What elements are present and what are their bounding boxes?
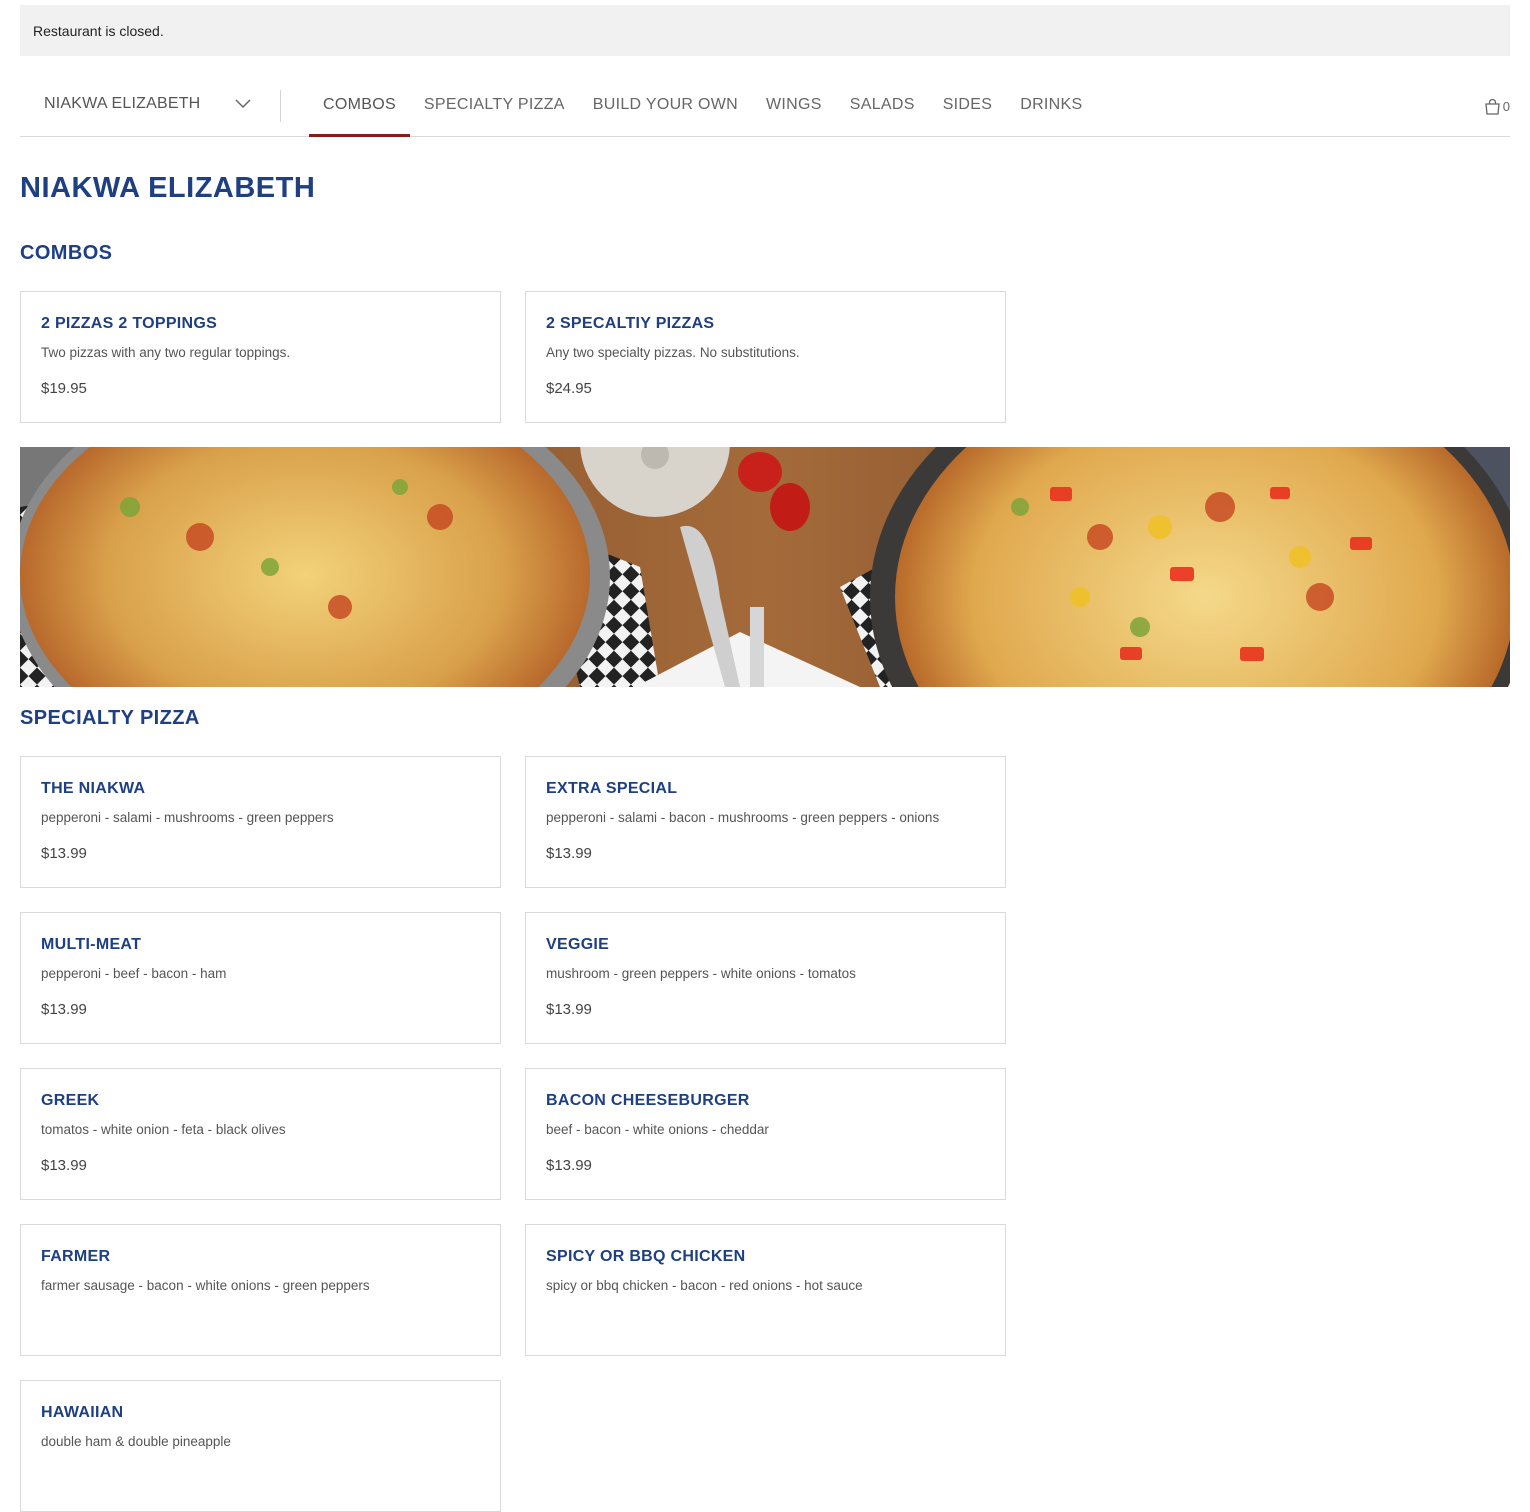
menu-nav: NIAKWA ELIZABETH COMBOS SPECIALTY PIZZA … [20, 56, 1510, 137]
tab-label: WINGS [766, 96, 822, 113]
tab-build-your-own[interactable]: BUILD YOUR OWN [579, 56, 752, 136]
menu-item-card[interactable]: VEGGIE mushroom - green peppers - white … [525, 912, 1006, 1044]
menu-item-card[interactable]: GREEK tomatos - white onion - feta - bla… [20, 1068, 501, 1200]
item-name: FARMER [41, 1248, 111, 1265]
item-name: THE NIAKWA [41, 780, 146, 797]
item-description: Any two specialty pizzas. No substitutio… [546, 345, 800, 360]
closed-message: Restaurant is closed. [33, 22, 164, 39]
page-title: NIAKWA ELIZABETH [20, 172, 316, 204]
item-description: spicy or bbq chicken - bacon - red onion… [546, 1278, 863, 1293]
item-price: $13.99 [546, 1157, 592, 1174]
item-price: $13.99 [41, 1157, 87, 1174]
item-description: pepperoni - salami - mushrooms - green p… [41, 810, 334, 825]
menu-item-card[interactable]: 2 PIZZAS 2 TOPPINGS Two pizzas with any … [20, 291, 501, 423]
item-price: $13.99 [546, 845, 592, 862]
menu-item-card[interactable]: FARMER farmer sausage - bacon - white on… [20, 1224, 501, 1356]
combos-list: 2 PIZZAS 2 TOPPINGS Two pizzas with any … [20, 291, 1510, 423]
menu-item-card[interactable]: EXTRA SPECIAL pepperoni - salami - bacon… [525, 756, 1006, 888]
menu-item-card[interactable]: SPICY OR BBQ CHICKEN spicy or bbq chicke… [525, 1224, 1006, 1356]
shopping-bag-icon [1485, 98, 1500, 115]
item-description: mushroom - green peppers - white onions … [546, 966, 856, 981]
menu-item-card[interactable]: 2 SPECALTIY PIZZAS Any two specialty piz… [525, 291, 1006, 423]
item-description: pepperoni - salami - bacon - mushrooms -… [546, 810, 940, 825]
chevron-down-icon[interactable] [235, 99, 251, 109]
tab-drinks[interactable]: DRINKS [1006, 56, 1096, 136]
pizza-banner-image [20, 447, 1510, 687]
tab-wings[interactable]: WINGS [752, 56, 836, 136]
item-name: 2 SPECALTIY PIZZAS [546, 315, 715, 332]
item-name: SPICY OR BBQ CHICKEN [546, 1248, 746, 1265]
item-price: $13.99 [41, 845, 87, 862]
restaurant-closed-banner: Restaurant is closed. [20, 5, 1510, 56]
tab-salads[interactable]: SALADS [836, 56, 929, 136]
item-name: 2 PIZZAS 2 TOPPINGS [41, 315, 218, 332]
tab-specialty-pizza[interactable]: SPECIALTY PIZZA [410, 56, 579, 136]
item-price: $19.95 [41, 380, 87, 397]
item-description: double ham & double pineapple [41, 1434, 231, 1449]
item-name: EXTRA SPECIAL [546, 780, 678, 797]
cart-count: 0 [1502, 99, 1510, 114]
menu-item-card[interactable]: MULTI-MEAT pepperoni - beef - bacon - ha… [20, 912, 501, 1044]
item-name: GREEK [41, 1092, 100, 1109]
pizza-photo-illustration [20, 447, 1510, 687]
item-description: tomatos - white onion - feta - black oli… [41, 1122, 286, 1137]
tab-label: BUILD YOUR OWN [592, 96, 739, 113]
item-name: VEGGIE [546, 936, 610, 953]
tab-label: SIDES [942, 96, 993, 113]
section-title-specialty-pizza: SPECIALTY PIZZA [20, 707, 200, 729]
item-description: farmer sausage - bacon - white onions - … [41, 1278, 370, 1293]
item-name: BACON CHEESEBURGER [546, 1092, 750, 1109]
item-description: beef - bacon - white onions - cheddar [546, 1122, 769, 1137]
menu-item-card[interactable]: BACON CHEESEBURGER beef - bacon - white … [525, 1068, 1006, 1200]
specialty-pizza-list: THE NIAKWA pepperoni - salami - mushroom… [20, 756, 1510, 1512]
nav-divider [280, 90, 281, 122]
tab-label: SPECIALTY PIZZA [423, 96, 565, 113]
tab-combos[interactable]: COMBOS [309, 56, 410, 137]
tab-sides[interactable]: SIDES [929, 56, 1007, 136]
location-select[interactable]: NIAKWA ELIZABETH [44, 95, 200, 113]
menu-item-card[interactable]: THE NIAKWA pepperoni - salami - mushroom… [20, 756, 501, 888]
item-price: $13.99 [41, 1001, 87, 1018]
location-select-value: NIAKWA ELIZABETH [44, 95, 201, 112]
cart-button[interactable]: 0 [1484, 98, 1510, 115]
menu-item-card[interactable]: HAWAIIAN double ham & double pineapple [20, 1380, 501, 1512]
item-name: HAWAIIAN [41, 1404, 124, 1421]
section-title-combos: COMBOS [20, 242, 113, 264]
tab-label: SALADS [849, 96, 915, 113]
item-description: Two pizzas with any two regular toppings… [41, 345, 291, 360]
item-name: MULTI-MEAT [41, 936, 142, 953]
item-description: pepperoni - beef - bacon - ham [41, 966, 227, 981]
tab-label: DRINKS [1020, 96, 1083, 113]
tab-label: COMBOS [323, 96, 396, 113]
category-tabs: COMBOS SPECIALTY PIZZA BUILD YOUR OWN WI… [309, 56, 1096, 137]
item-price: $13.99 [546, 1001, 592, 1018]
item-price: $24.95 [546, 380, 592, 397]
